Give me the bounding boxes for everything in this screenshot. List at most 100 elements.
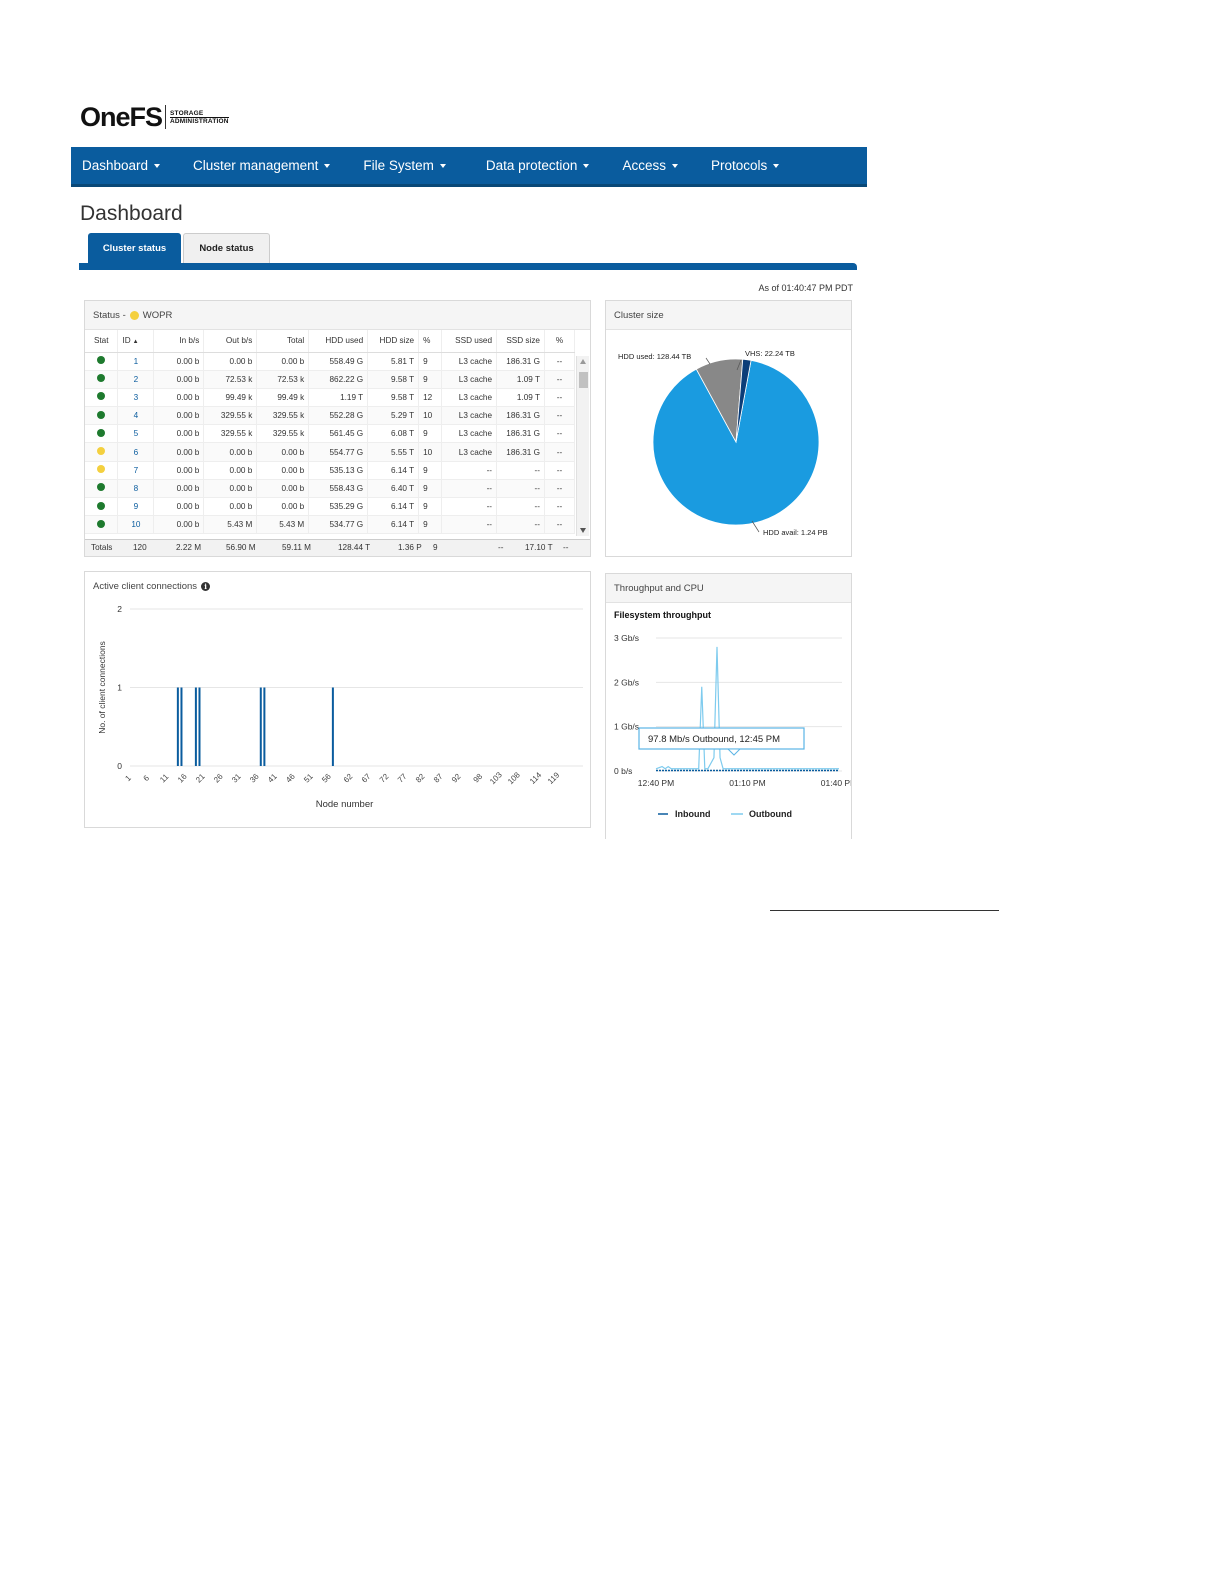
table-row[interactable]: 4 0.00 b 329.55 k 329.55 k 552.28 G 5.29 T 10 L…: [85, 406, 576, 426]
nav-access[interactable]: Access: [611, 147, 689, 184]
col-header-hdd-pct[interactable]: %: [418, 330, 443, 353]
node-id-cell: 8: [117, 479, 155, 499]
table-row[interactable]: 10 0.00 b 5.43 M 5.43 M 534.77 G 6.14 T 9 -- -- -…: [85, 515, 576, 535]
node-id-link[interactable]: 9: [134, 502, 139, 511]
node-table-body: 1 0.00 b 0.00 b 0.00 b 558.49 G 5.81 T 9 L3 cac…: [85, 352, 576, 535]
x-tick-label: 11: [158, 772, 171, 785]
node-id-cell: 2: [117, 370, 155, 389]
status-title-prefix: Status -: [93, 309, 126, 321]
cell-hdd-used: 862.22 G: [308, 370, 369, 389]
tab-cluster-status[interactable]: Cluster status: [88, 233, 181, 263]
cell-pct: 9: [418, 352, 443, 371]
nav-dashboard[interactable]: Dashboard: [71, 147, 171, 184]
table-row[interactable]: 1 0.00 b 0.00 b 0.00 b 558.49 G 5.81 T 9 L3 cac…: [85, 352, 576, 371]
nav-data-protection[interactable]: Data protection: [475, 147, 601, 184]
col-header-hdd-size[interactable]: HDD size: [367, 330, 420, 353]
node-id-link[interactable]: 4: [134, 411, 139, 420]
col-header-in[interactable]: In b/s: [153, 330, 205, 353]
x-tick-label: 12:40 PM: [638, 778, 674, 788]
table-row[interactable]: 3 0.00 b 99.49 k 99.49 k 1.19 T 9.58 T 12 L3 ca…: [85, 388, 576, 408]
cell-in: 0.00 b: [153, 406, 205, 426]
cell-hdd-size: 9.58 T: [367, 370, 420, 389]
col-header-out[interactable]: Out b/s: [203, 330, 258, 353]
table-row[interactable]: 2 0.00 b 72.53 k 72.53 k 862.22 G 9.58 T 9 L3 c…: [85, 370, 576, 389]
cell-in: 0.00 b: [153, 479, 205, 499]
cluster-size-header: Cluster size: [606, 301, 851, 330]
totals-ssd-pct: --: [563, 543, 569, 552]
table-scrollbar[interactable]: [576, 356, 589, 536]
node-id-link[interactable]: 10: [131, 520, 140, 529]
node-status-dot-icon: [97, 392, 106, 401]
node-id-cell: 10: [117, 515, 155, 535]
nav-protocols[interactable]: Protocols: [700, 147, 790, 184]
col-header-hdd-used[interactable]: HDD used: [308, 330, 369, 353]
y-tick-label: 0: [117, 761, 122, 771]
node-id-cell: 1: [117, 352, 155, 371]
col-header-ssd-size[interactable]: SSD size: [496, 330, 545, 353]
tab-node-status[interactable]: Node status: [183, 233, 270, 263]
cell-ssd-size: --: [496, 515, 545, 535]
connection-bar: [331, 687, 334, 766]
throughput-header: Throughput and CPU: [606, 574, 851, 603]
connection-bar: [180, 687, 183, 766]
cell-in: 0.00 b: [153, 388, 205, 408]
x-tick-label: 46: [284, 772, 297, 785]
nav-file-system[interactable]: File System: [352, 147, 457, 184]
cell-out: 72.53 k: [203, 370, 258, 389]
cell-ssd-pct: --: [544, 497, 576, 517]
col-header-id[interactable]: ID ▲: [117, 330, 155, 353]
node-id-link[interactable]: 3: [134, 393, 139, 402]
logo-divider: [165, 105, 167, 129]
node-id-link[interactable]: 1: [134, 357, 139, 366]
scroll-thumb[interactable]: [579, 372, 588, 388]
tab-underline-bar: [79, 263, 857, 270]
table-row[interactable]: 8 0.00 b 0.00 b 0.00 b 558.43 G 6.40 T 9 -- -- --: [85, 479, 576, 499]
cell-total: 0.00 b: [256, 479, 310, 499]
cell-hdd-used: 534.77 G: [308, 515, 369, 535]
logo-subtitle: STORAGE ADMINISTRATION: [170, 110, 229, 125]
legend-inbound-label: Inbound: [675, 809, 711, 819]
node-id-link[interactable]: 5: [134, 429, 139, 438]
x-tick-label: 01:10 PM: [729, 778, 765, 788]
status-cell: [85, 497, 119, 517]
y-tick-label: 2: [117, 604, 122, 614]
cell-ssd-used: L3 cache: [441, 406, 498, 426]
x-tick-label: 77: [396, 772, 409, 785]
cell-pct: 12: [418, 388, 443, 408]
table-row[interactable]: 7 0.00 b 0.00 b 0.00 b 535.13 G 6.14 T 9 -- -- --: [85, 461, 576, 480]
connection-bar: [263, 687, 266, 766]
node-id-link[interactable]: 7: [134, 466, 139, 475]
table-row[interactable]: 6 0.00 b 0.00 b 0.00 b 554.77 G 5.55 T 10 L3 ca…: [85, 442, 576, 462]
cell-hdd-used: 554.77 G: [308, 442, 369, 462]
status-cell: [85, 442, 119, 462]
table-row[interactable]: 9 0.00 b 0.00 b 0.00 b 535.29 G 6.14 T 9 -- -- --: [85, 497, 576, 517]
cell-hdd-used: 1.19 T: [308, 388, 369, 408]
cell-pct: 10: [418, 406, 443, 426]
logo-sub-line2: ADMINISTRATION: [170, 117, 229, 125]
x-tick-label: 56: [320, 772, 333, 785]
table-row[interactable]: 5 0.00 b 329.55 k 329.55 k 561.45 G 6.08 T 9 L3…: [85, 424, 576, 444]
node-id-link[interactable]: 6: [134, 448, 139, 457]
info-icon[interactable]: i: [201, 582, 211, 591]
nav-cluster-management[interactable]: Cluster management: [182, 147, 341, 184]
scroll-up-arrow-icon[interactable]: [580, 359, 586, 364]
node-id-link[interactable]: 8: [134, 484, 139, 493]
x-tick-label: 103: [488, 770, 504, 786]
node-id-link[interactable]: 2: [134, 375, 139, 384]
col-header-ssd-pct[interactable]: %: [544, 330, 576, 353]
node-id-cell: 9: [117, 497, 155, 517]
caret-down-icon: [439, 164, 446, 168]
col-header-stat[interactable]: Stat: [85, 330, 119, 353]
logo-sub-line1: STORAGE: [170, 110, 229, 118]
totals-hdd-used: 128.44 T: [338, 543, 371, 552]
cell-ssd-pct: --: [544, 406, 576, 426]
cell-in: 0.00 b: [153, 515, 205, 535]
cell-in: 0.00 b: [153, 442, 205, 462]
col-header-ssd-used[interactable]: SSD used: [441, 330, 498, 353]
col-header-total[interactable]: Total: [256, 330, 310, 353]
link-underline[interactable]: [770, 910, 999, 911]
scroll-down-arrow-icon[interactable]: [580, 528, 586, 533]
cell-out: 5.43 M: [203, 515, 258, 535]
status-cell: [85, 352, 119, 371]
nav-dashboard-label: Dashboard: [82, 158, 149, 173]
